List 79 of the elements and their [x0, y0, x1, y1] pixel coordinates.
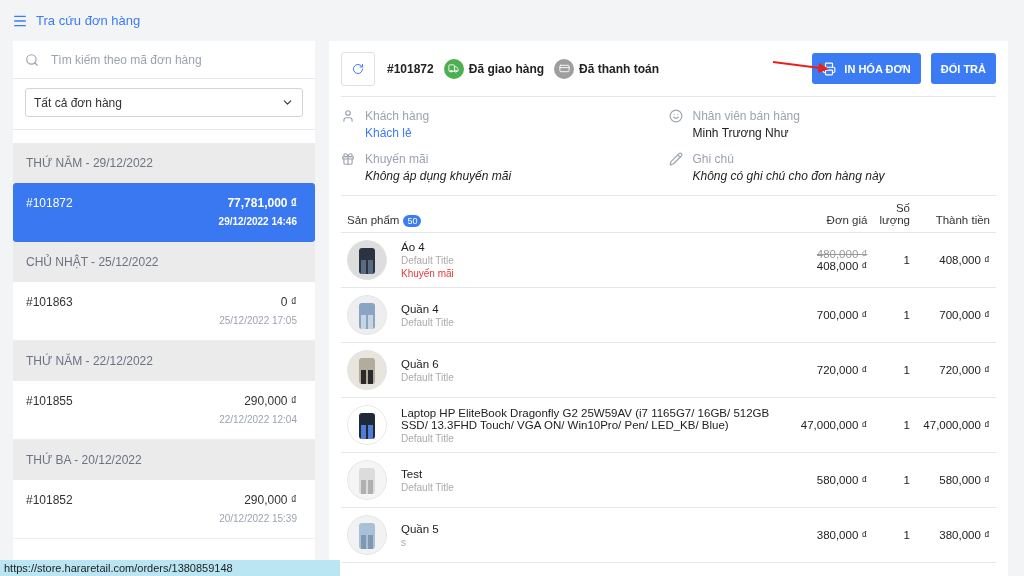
- info-value: Không có ghi chú cho đơn hàng này: [692, 169, 885, 183]
- variant-text: Default Title: [401, 432, 455, 444]
- product-name: Laptop HP EliteBook Dragonfly G2 25W59AV (i7 1165G7/ 16GB/ 512GB SSD/ 13.3FHD Touch/ VGA ON/ Win10Pro/ Pen/ LED_KB/ Blue): [401, 406, 771, 431]
- date-header: THỨ BA - 20/12/2022: [13, 440, 315, 480]
- return-button[interactable]: ĐỔI TRẢ: [930, 53, 996, 84]
- order-time: 22/12/2022 12:04: [219, 414, 297, 425]
- variant-text: s: [401, 536, 407, 548]
- unit-price: 380,000 ₫: [816, 529, 868, 541]
- line-total-cell: 700,000 ₫: [916, 287, 996, 343]
- status-label: Đã thanh toán: [579, 61, 660, 76]
- info-label: Khuyến mãi: [365, 152, 430, 166]
- product-name: Quần 4: [401, 302, 440, 315]
- order-time: 29/12/2022 14:46: [218, 216, 297, 227]
- refresh-button[interactable]: [341, 51, 375, 86]
- order-code: #101852: [26, 493, 73, 509]
- status-bar-url: https://store.hararetail.com/orders/1380859148: [0, 560, 340, 576]
- unit-price: 720,000 ₫: [816, 364, 868, 376]
- unit-price: 580,000 ₫: [816, 474, 868, 486]
- order-total: 290,000 ₫: [244, 493, 297, 507]
- order-code: #101855: [26, 394, 73, 410]
- refresh-icon: [352, 62, 364, 75]
- variant-text: Default Title: [401, 316, 454, 328]
- unit-price: 47,000,000 ₫: [800, 419, 868, 431]
- line-total-cell: 408,000 ₫: [916, 232, 996, 288]
- order-time: 25/12/2022 17:05: [219, 315, 297, 326]
- search-icon: [25, 52, 39, 67]
- variant-text: Default Title: [401, 481, 454, 493]
- info-value: Minh Trương Như: [692, 126, 790, 140]
- date-header: THỨ NĂM - 29/12/2022: [13, 143, 315, 183]
- quantity-cell: 1: [873, 397, 916, 453]
- line-total-cell: 380,000 ₫: [916, 507, 996, 563]
- product-name: Test: [401, 467, 424, 480]
- promo-text: Khuyến mãi: [401, 268, 454, 279]
- status-label: Đã giao hàng: [468, 61, 545, 76]
- quantity-cell: 1: [873, 287, 916, 343]
- info-label: Khách hàng: [365, 109, 430, 123]
- order-code: #101863: [26, 295, 73, 311]
- quantity-cell: 1: [873, 342, 916, 398]
- info-label: Nhân viên bán hàng: [692, 109, 800, 123]
- quantity-cell: 1: [873, 232, 916, 288]
- printer-icon: [822, 61, 837, 76]
- person-icon: [341, 109, 355, 123]
- order-item[interactable]: #101872 77,781,000 ₫ 29/12/2022 14:46: [13, 183, 315, 242]
- product-name: Áo 4: [401, 241, 426, 253]
- line-total-cell: 47,000,000 ₫: [916, 397, 996, 453]
- column-header: Thành tiền: [916, 196, 996, 233]
- count-badge: 50: [403, 215, 422, 227]
- order-time: 20/12/2022 15:39: [219, 513, 297, 524]
- order-code: #101872: [387, 61, 434, 76]
- pencil-icon: [668, 152, 683, 166]
- face-icon: [668, 109, 683, 123]
- unit-price: 700,000 ₫: [816, 309, 868, 321]
- customer-link[interactable]: Khách lẻ: [365, 126, 430, 140]
- line-total-cell: 580,000 ₫: [916, 452, 996, 508]
- column-header: Đơn giá: [793, 196, 874, 233]
- print-invoice-button[interactable]: IN HÓA ĐƠN: [812, 53, 921, 84]
- date-header: THỨ NĂM - 22/12/2022: [13, 341, 315, 381]
- old-price: 480,000 ₫: [815, 248, 868, 260]
- unit-price: 408,000 ₫: [816, 260, 868, 272]
- quantity-cell: 1: [873, 452, 916, 508]
- page-title: Tra cứu đơn hàng: [36, 13, 141, 28]
- annotation-arrow: [772, 60, 830, 74]
- info-value: Không áp dụng khuyến mãi: [365, 169, 512, 183]
- order-total: 290,000 ₫: [244, 394, 297, 408]
- info-label: Ghi chú: [692, 152, 735, 166]
- column-header: Sản phẩm: [347, 214, 400, 226]
- column-header: Số lượng: [873, 196, 916, 233]
- order-code: #101872: [26, 196, 73, 212]
- order-total: 0 ₫: [280, 295, 297, 309]
- product-name: Quần 6: [401, 357, 440, 370]
- variant-text: Default Title: [401, 371, 454, 383]
- product-name: Quần 5: [401, 522, 439, 535]
- gift-icon: [341, 152, 355, 166]
- order-filter-select[interactable]: Tất cả đơn hàng: [25, 88, 303, 117]
- order-total: 77,781,000 ₫: [227, 196, 297, 210]
- line-total-cell: 720,000 ₫: [916, 342, 996, 398]
- quantity-cell: 1: [873, 507, 916, 563]
- date-header: CHỦ NHẬT - 25/12/2022: [13, 242, 315, 282]
- variant-text: Default Title: [401, 255, 454, 266]
